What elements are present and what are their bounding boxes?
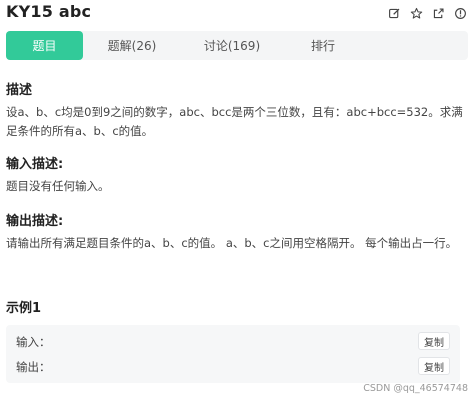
example-heading: 示例1 <box>6 301 42 316</box>
header-actions <box>386 5 468 21</box>
tab-discussion[interactable]: 讨论(169) <box>181 31 283 60</box>
description-heading: 描述 <box>6 83 33 98</box>
share-icon[interactable] <box>430 5 446 21</box>
edit-icon[interactable] <box>386 5 402 21</box>
tab-solutions[interactable]: 题解(26) <box>83 31 181 60</box>
description-text: 设a、b、c均是0到9之间的数字，abc、bcc是两个三位数，且有：abc+bc… <box>6 105 463 138</box>
input-description-text: 题目没有任何输入。 <box>6 179 110 193</box>
output-description-heading: 输出描述: <box>6 214 64 229</box>
tab-problem[interactable]: 题目 <box>6 31 83 60</box>
problem-title: KY15 abc <box>6 2 92 21</box>
example-box: 输入： 复制 输出： 复制 <box>6 325 460 383</box>
report-icon[interactable] <box>452 5 468 21</box>
problem-tabs: 题目 题解(26) 讨论(169) 排行 <box>6 31 468 60</box>
copy-input-button[interactable]: 复制 <box>418 332 450 350</box>
output-description-text: 请输出所有满足题目条件的a、b、c的值。 a、b、c之间用空格隔开。 每个输出占… <box>6 236 458 250</box>
star-icon[interactable] <box>408 5 424 21</box>
copy-output-button[interactable]: 复制 <box>418 357 450 375</box>
tab-ranking[interactable]: 排行 <box>283 31 363 60</box>
input-description-heading: 输入描述: <box>6 157 64 172</box>
problem-header: KY15 abc <box>0 0 474 28</box>
example-input-row: 输入： 复制 <box>6 329 460 353</box>
example-output-label: 输出： <box>16 360 51 374</box>
example-input-label: 输入： <box>16 335 51 349</box>
example-output-row: 输出： 复制 <box>6 354 460 378</box>
watermark: CSDN @qq_46574748 <box>363 383 468 394</box>
